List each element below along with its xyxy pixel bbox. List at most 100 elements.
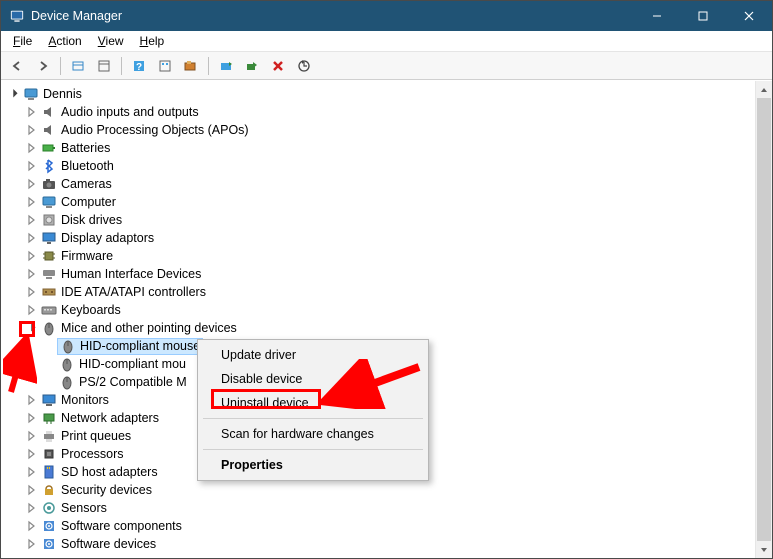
scroll-up-button[interactable] (756, 81, 772, 98)
scroll-thumb[interactable] (757, 98, 771, 541)
expand-icon[interactable] (25, 249, 39, 263)
properties-button[interactable] (92, 55, 116, 77)
device-label: HID-compliant mou (79, 357, 186, 371)
action-button[interactable] (153, 55, 177, 77)
expand-icon[interactable] (25, 123, 39, 137)
menu-action[interactable]: Action (40, 33, 89, 49)
expand-icon[interactable] (25, 213, 39, 227)
expand-icon[interactable] (25, 195, 39, 209)
category-label: Sensors (61, 501, 107, 515)
tree-category[interactable]: Human Interface Devices (3, 265, 770, 283)
expand-icon[interactable] (25, 159, 39, 173)
sd-icon (41, 464, 57, 480)
mouse-icon (60, 338, 76, 354)
close-button[interactable] (726, 1, 772, 31)
expand-icon[interactable] (25, 429, 39, 443)
software-icon (41, 536, 57, 552)
expand-icon[interactable] (25, 141, 39, 155)
category-label: SD host adapters (61, 465, 158, 479)
svg-text:?: ? (136, 62, 142, 73)
collapse-icon[interactable] (25, 321, 39, 335)
sensor-icon (41, 500, 57, 516)
category-label: Software devices (61, 537, 156, 551)
tree-category[interactable]: Software components (3, 517, 770, 535)
maximize-button[interactable] (680, 1, 726, 31)
menu-file[interactable]: File (5, 33, 40, 49)
monitor-icon (41, 392, 57, 408)
expand-icon[interactable] (25, 285, 39, 299)
bluetooth-icon (41, 158, 57, 174)
expand-icon[interactable] (25, 231, 39, 245)
context-menu-item[interactable]: Uninstall device (201, 391, 425, 415)
context-menu-item[interactable]: Disable device (201, 367, 425, 391)
category-label: Audio Processing Objects (APOs) (61, 123, 249, 137)
tree-category[interactable]: Software devices (3, 535, 770, 553)
tree-category[interactable]: Disk drives (3, 211, 770, 229)
tree-category[interactable]: Bluetooth (3, 157, 770, 175)
tree-category[interactable]: Security devices (3, 481, 770, 499)
expand-icon[interactable] (25, 447, 39, 461)
tree-category[interactable]: Display adaptors (3, 229, 770, 247)
show-hidden-button[interactable] (66, 55, 90, 77)
category-label: Bluetooth (61, 159, 114, 173)
expand-icon[interactable] (25, 177, 39, 191)
category-label: Firmware (61, 249, 113, 263)
menu-help[interactable]: Help (132, 33, 173, 49)
category-label: Processors (61, 447, 124, 461)
mouse-icon (59, 356, 75, 372)
vertical-scrollbar[interactable] (755, 81, 772, 558)
tree-category[interactable]: Cameras (3, 175, 770, 193)
tree-category[interactable]: Firmware (3, 247, 770, 265)
minimize-button[interactable] (634, 1, 680, 31)
tree-category[interactable]: Computer (3, 193, 770, 211)
mouse-icon (41, 320, 57, 336)
tree-category[interactable]: Keyboards (3, 301, 770, 319)
tree-view[interactable]: DennisAudio inputs and outputs Audio Proc… (1, 81, 772, 558)
category-label: Mice and other pointing devices (61, 321, 237, 335)
disk-icon (41, 212, 57, 228)
disable-device-button[interactable] (240, 55, 264, 77)
menubar: FileActionViewHelp (1, 31, 772, 52)
expand-icon[interactable] (25, 537, 39, 551)
expand-icon[interactable] (25, 393, 39, 407)
context-menu-item[interactable]: Scan for hardware changes (201, 422, 425, 446)
category-label: Display adaptors (61, 231, 154, 245)
tree-category[interactable]: Batteries (3, 139, 770, 157)
hid-icon (41, 266, 57, 282)
tree-category[interactable]: Sensors (3, 499, 770, 517)
expand-icon[interactable] (25, 483, 39, 497)
tree-root[interactable]: Dennis (3, 85, 770, 103)
back-button[interactable] (5, 55, 29, 77)
toolbar: ? (1, 52, 772, 80)
help-button[interactable]: ? (127, 55, 151, 77)
collapse-icon[interactable] (7, 87, 21, 101)
speaker-icon (41, 104, 57, 120)
tree-category[interactable]: Audio inputs and outputs (3, 103, 770, 121)
tree-category[interactable]: Audio Processing Objects (APOs) (3, 121, 770, 139)
forward-button[interactable] (31, 55, 55, 77)
titlebar: Device Manager (1, 1, 772, 31)
display-icon (41, 230, 57, 246)
category-label: Monitors (61, 393, 109, 407)
expand-icon[interactable] (25, 105, 39, 119)
expand-icon[interactable] (25, 519, 39, 533)
menu-view[interactable]: View (90, 33, 132, 49)
context-menu-item[interactable]: Update driver (201, 343, 425, 367)
expand-icon[interactable] (25, 501, 39, 515)
update-driver-button[interactable] (214, 55, 238, 77)
mouse-icon (59, 374, 75, 390)
expand-icon[interactable] (25, 303, 39, 317)
legacy-button[interactable] (179, 55, 203, 77)
category-label: Disk drives (61, 213, 122, 227)
tree-category[interactable]: IDE ATA/ATAPI controllers (3, 283, 770, 301)
context-menu-item[interactable]: Properties (201, 453, 425, 477)
expand-icon[interactable] (25, 411, 39, 425)
scroll-down-button[interactable] (756, 541, 772, 558)
window-title: Device Manager (31, 9, 634, 23)
scan-hardware-button[interactable] (292, 55, 316, 77)
uninstall-device-button[interactable] (266, 55, 290, 77)
expand-icon[interactable] (25, 267, 39, 281)
expand-icon[interactable] (25, 465, 39, 479)
tree-category[interactable]: Mice and other pointing devices (3, 319, 770, 337)
category-label: IDE ATA/ATAPI controllers (61, 285, 206, 299)
